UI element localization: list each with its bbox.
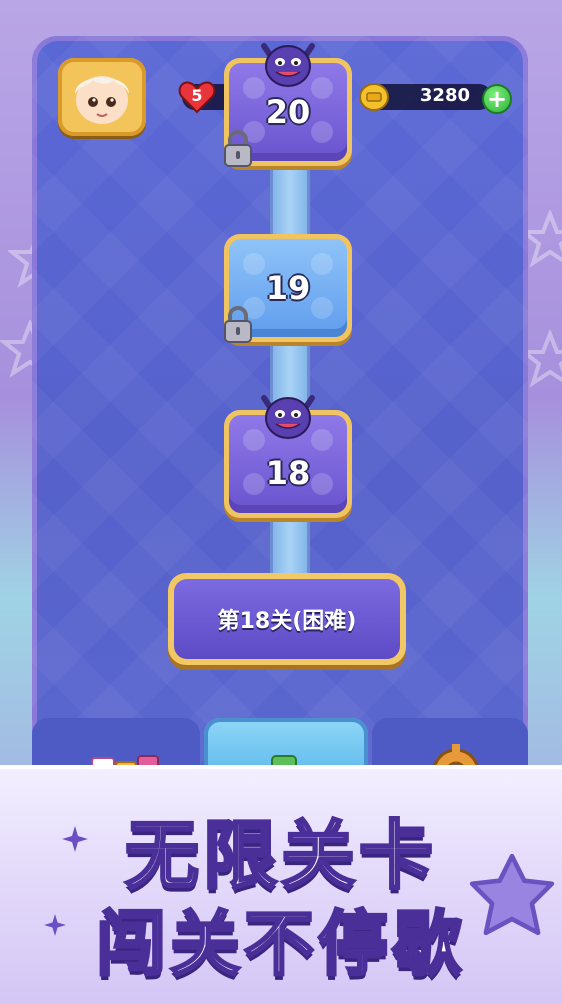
player-avatar[interactable]: [58, 58, 146, 136]
level-number: 18: [265, 454, 311, 492]
devil-monster-icon: [261, 395, 315, 439]
start-level-button[interactable]: 第18关(困难): [168, 573, 406, 665]
level-number: 19: [265, 269, 311, 307]
lives-count: 5: [191, 86, 203, 105]
heart-icon: 5: [178, 80, 216, 114]
start-level-label: 第18关(困难): [217, 609, 357, 634]
lock-icon: [224, 306, 252, 343]
level-number: 20: [265, 93, 311, 131]
banner-headline: 无限关卡: [124, 812, 437, 901]
coin-amount: 3280: [419, 85, 470, 106]
lock-icon: [224, 130, 252, 167]
add-coins-button[interactable]: +: [482, 84, 512, 114]
devil-monster-icon: [261, 43, 315, 87]
banner-subheadline: 闯关不停歇: [95, 902, 466, 987]
coin-icon: [358, 82, 390, 112]
chibi-character-icon: [75, 76, 129, 124]
